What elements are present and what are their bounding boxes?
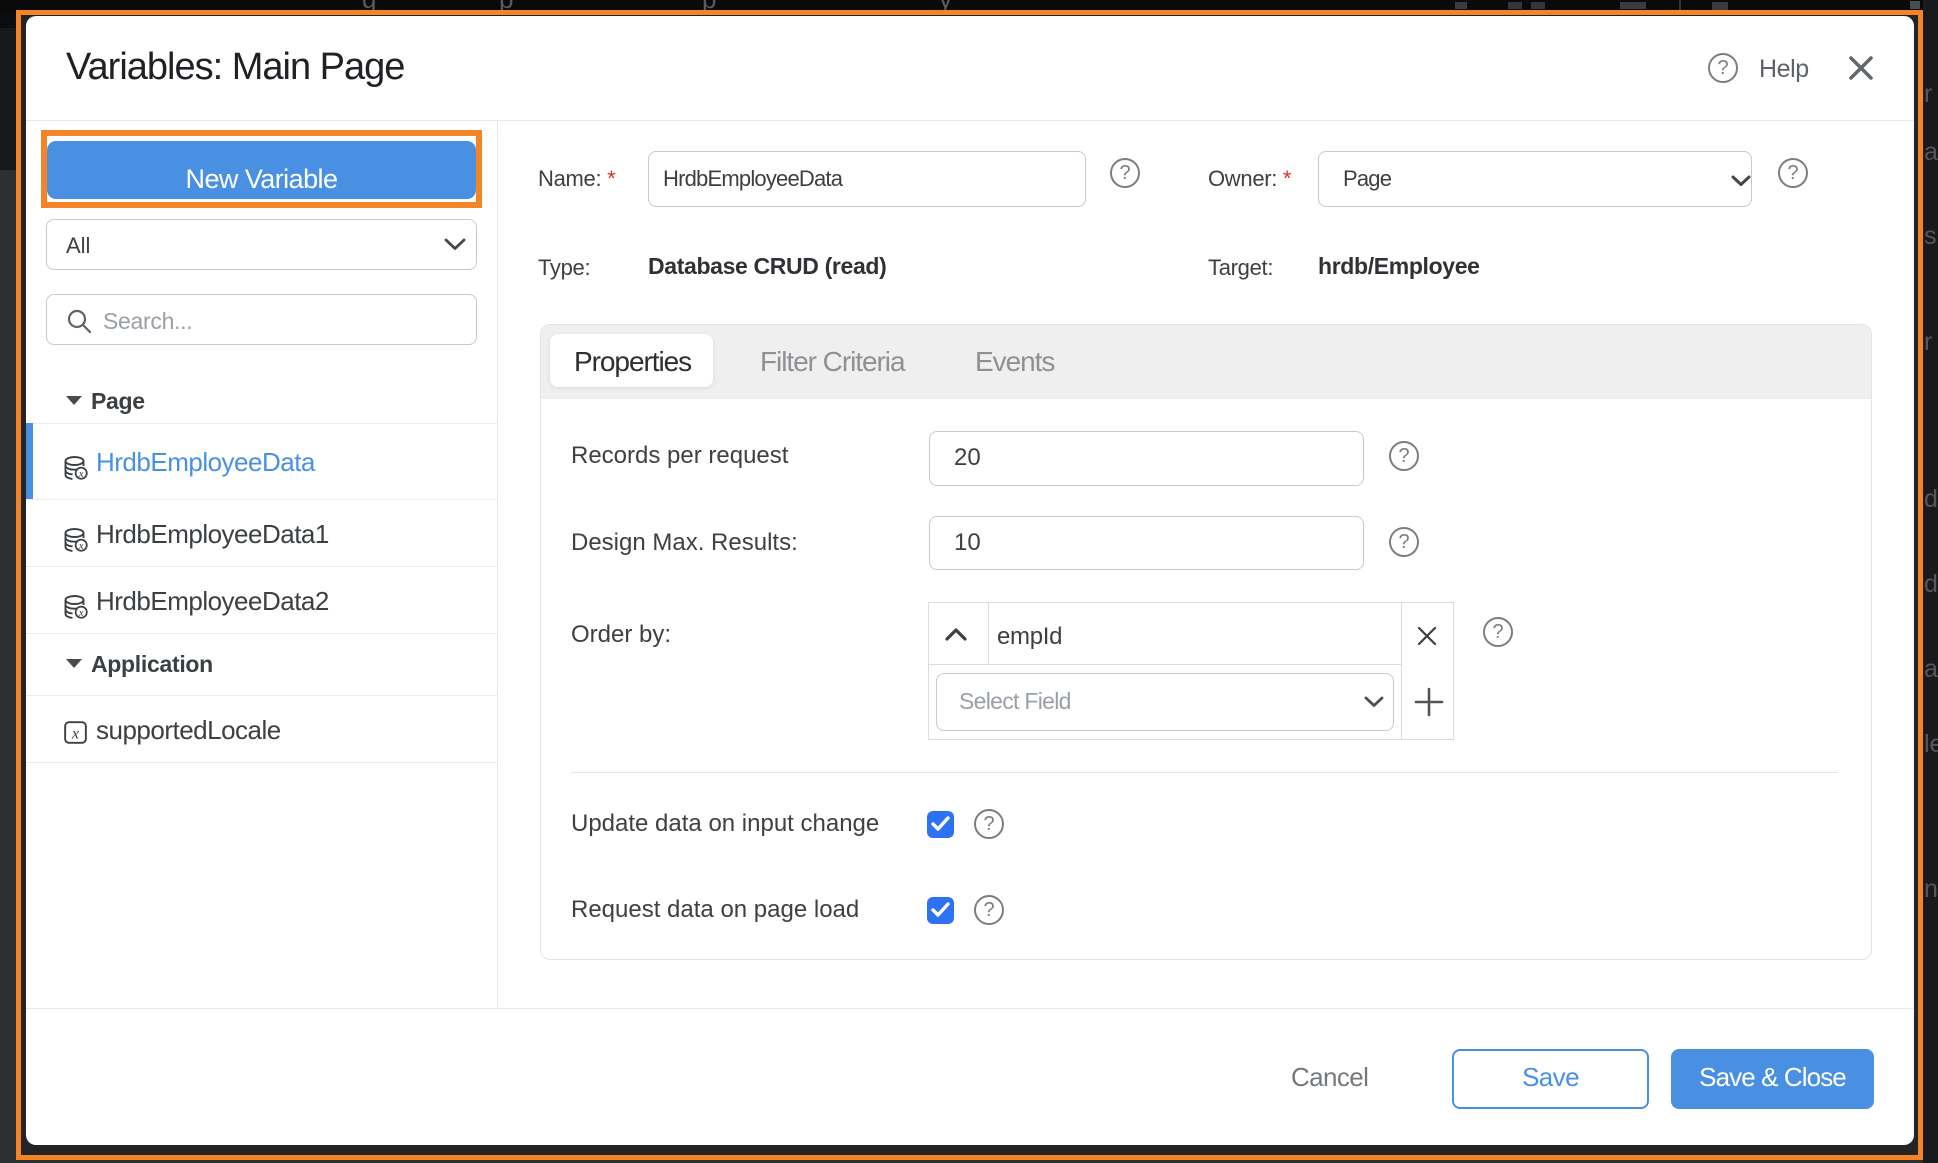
svg-text:x: x [71,723,80,742]
